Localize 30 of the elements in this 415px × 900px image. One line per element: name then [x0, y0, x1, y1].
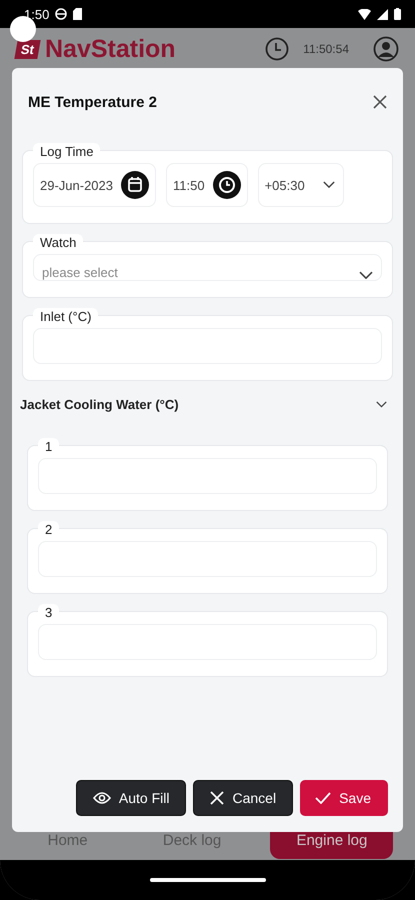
timezone-select[interactable]: +05:30: [258, 163, 344, 207]
close-icon: [210, 791, 224, 805]
home-indicator[interactable]: [150, 878, 266, 882]
clock-time: 11:50:54: [303, 42, 349, 56]
field-label: Inlet (°C): [33, 308, 98, 325]
eye-icon: [92, 791, 111, 805]
signal-icon: [377, 8, 388, 20]
section-title: Jacket Cooling Water (°C): [20, 397, 180, 412]
chevron-down-icon: [322, 181, 335, 189]
battery-icon: [394, 8, 401, 20]
chevron-down-icon: [359, 271, 373, 280]
section-header[interactable]: Jacket Cooling Water (°C): [20, 391, 395, 418]
time-field[interactable]: 11:50: [166, 163, 248, 207]
check-icon: [315, 792, 332, 804]
clock-icon: [265, 37, 290, 61]
logo-badge: St: [14, 40, 41, 58]
wifi-icon: [358, 8, 371, 20]
save-button[interactable]: Save: [300, 780, 388, 816]
app-logo: NavStation: [45, 34, 176, 64]
autofill-button[interactable]: Auto Fill: [76, 780, 186, 816]
calendar-icon: [121, 171, 149, 199]
cancel-button[interactable]: Cancel: [193, 780, 294, 816]
field-label: Log Time: [33, 143, 100, 160]
date-field[interactable]: 29-Jun-2023: [33, 163, 156, 207]
clock-icon: [212, 171, 241, 199]
sim-icon: [73, 8, 82, 20]
watch-select[interactable]: please select: [33, 254, 382, 281]
dialog-title: ME Temperature 2: [28, 94, 158, 110]
user-icon[interactable]: [373, 36, 399, 62]
close-icon[interactable]: [373, 95, 387, 109]
